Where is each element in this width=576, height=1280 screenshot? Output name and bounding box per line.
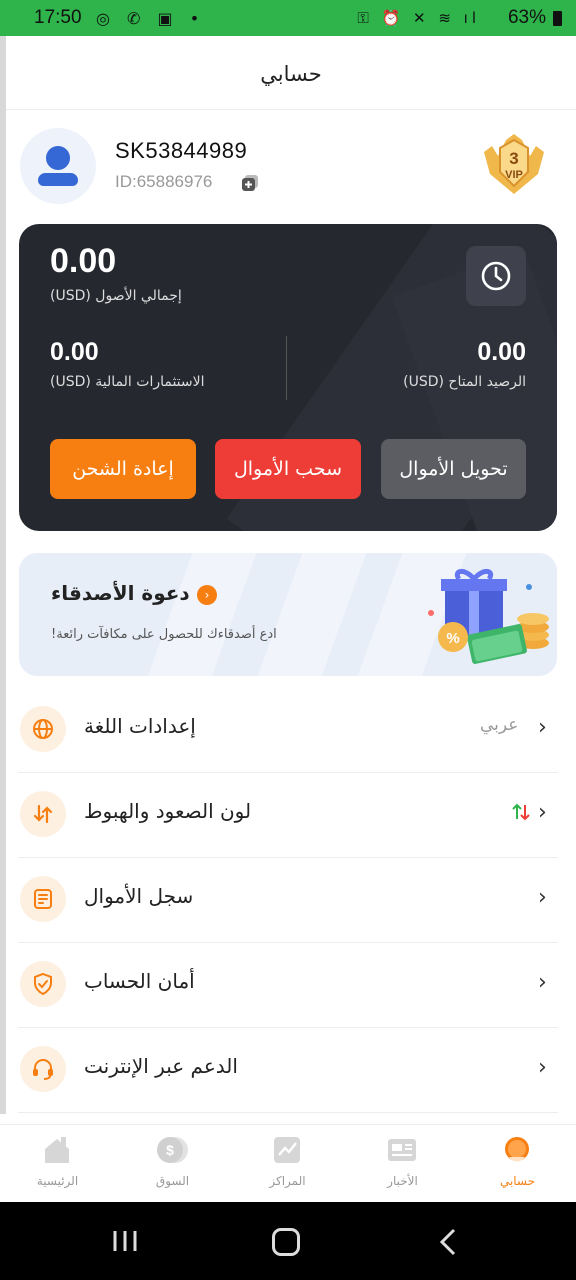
svg-text:$: $: [166, 1142, 174, 1158]
battery-icon: [553, 11, 562, 26]
avatar[interactable]: [20, 128, 96, 204]
page-header: حسابي: [6, 36, 576, 110]
menu-item-color-scheme[interactable]: لون الصعود والهبوط ›: [18, 773, 558, 858]
home-icon: [45, 1137, 69, 1163]
wallet-card: 0.00 (USD) إجمالي الأصول 0.00 (USD) الاس…: [19, 224, 557, 531]
scroll-edge: [0, 36, 6, 1114]
menu-item-label: الدعم عبر الإنترنت: [84, 1054, 238, 1078]
copy-icon[interactable]: [240, 173, 260, 193]
positions-icon: [274, 1137, 300, 1163]
shield-check-icon: [34, 972, 52, 996]
chevron-right-icon: ›: [538, 885, 547, 910]
invite-subtitle: !ادع أصدقاءك للحصول على مكافآت رائعة: [51, 627, 277, 642]
nav-item-positions[interactable]: المراكز: [230, 1125, 345, 1203]
status-bar: 17:50 ◎ ✆ ▣ • ⚿ ⏰ ✕ ≋ ıl 63%: [0, 0, 576, 36]
menu-item-account-security[interactable]: أمان الحساب ›: [18, 943, 558, 1028]
nav-item-news[interactable]: الأخبار: [345, 1125, 460, 1203]
vip-badge-icon: 3 VIP: [484, 134, 544, 194]
chevron-right-icon: ›: [538, 800, 547, 825]
bottom-nav: الرئيسية $ السوق المراكز الأخبار حسابي: [0, 1124, 576, 1202]
menu-item-label: لون الصعود والهبوط: [84, 799, 252, 823]
menu-item-funds-record[interactable]: سجل الأموال ›: [18, 858, 558, 943]
rise-fall-color-icon: [512, 803, 530, 821]
invite-friends-banner[interactable]: دعوة الأصدقاء › !ادع أصدقاءك للحصول على …: [19, 553, 557, 676]
home-button-icon[interactable]: [272, 1228, 300, 1256]
back-icon[interactable]: [438, 1228, 458, 1256]
svg-text:3: 3: [509, 149, 518, 168]
news-icon: [388, 1139, 416, 1161]
menu-item-label: سجل الأموال: [84, 884, 194, 908]
available-balance-value: 0.00: [477, 338, 526, 366]
menu-item-online-support[interactable]: الدعم عبر الإنترنت ›: [18, 1028, 558, 1113]
language-value: عربي: [480, 715, 519, 735]
investments-value: 0.00: [50, 338, 99, 366]
svg-text:%: %: [446, 630, 459, 647]
investments-label: (USD) الاستثمارات المالية: [50, 374, 205, 390]
invite-title: دعوة الأصدقاء: [51, 581, 190, 605]
menu-item-label: أمان الحساب: [84, 969, 195, 993]
recent-apps-icon[interactable]: [112, 1230, 138, 1252]
recharge-button[interactable]: إعادة الشحن: [50, 439, 196, 499]
notification-icons: ◎ ✆ ▣ •: [96, 9, 206, 28]
globe-icon: [33, 719, 53, 739]
headset-icon: [33, 1059, 53, 1080]
total-assets-label: (USD) إجمالي الأصول: [50, 288, 182, 304]
account-icon: [505, 1137, 529, 1162]
chevron-right-icon: ›: [197, 585, 217, 605]
chevron-right-icon: ›: [538, 970, 547, 995]
available-balance-label: (USD) الرصيد المتاح: [403, 374, 526, 390]
svg-text:VIP: VIP: [505, 169, 523, 181]
nav-item-home[interactable]: الرئيسية: [0, 1125, 115, 1203]
status-time: 17:50: [34, 7, 82, 28]
battery-level: 63%: [507, 7, 546, 28]
menu-item-language[interactable]: إعدادات اللغة عربي ›: [18, 688, 558, 773]
market-icon: $: [157, 1137, 188, 1163]
gift-illustration-icon: %: [428, 569, 549, 664]
system-nav-bar: [0, 1202, 576, 1280]
clock-icon: [481, 261, 511, 291]
document-icon: [34, 889, 52, 909]
user-id: ID:65886976: [115, 172, 213, 191]
divider: [286, 336, 287, 400]
history-button[interactable]: [466, 246, 526, 306]
menu-item-label: إعدادات اللغة: [84, 714, 196, 738]
page-title: حسابي: [260, 62, 322, 86]
updown-arrows-icon: [33, 804, 53, 824]
chevron-right-icon: ›: [538, 1055, 547, 1080]
withdraw-button[interactable]: سحب الأموال: [215, 439, 361, 499]
total-assets-value: 0.00: [50, 242, 117, 280]
system-status-icons: ⚿ ⏰ ✕ ≋ ıl: [357, 9, 480, 27]
chevron-right-icon: ›: [538, 715, 547, 740]
username: SK53844989: [115, 138, 248, 163]
nav-item-account[interactable]: حسابي: [460, 1125, 575, 1203]
nav-item-market[interactable]: $ السوق: [115, 1125, 230, 1203]
transfer-button[interactable]: تحويل الأموال: [381, 439, 526, 499]
